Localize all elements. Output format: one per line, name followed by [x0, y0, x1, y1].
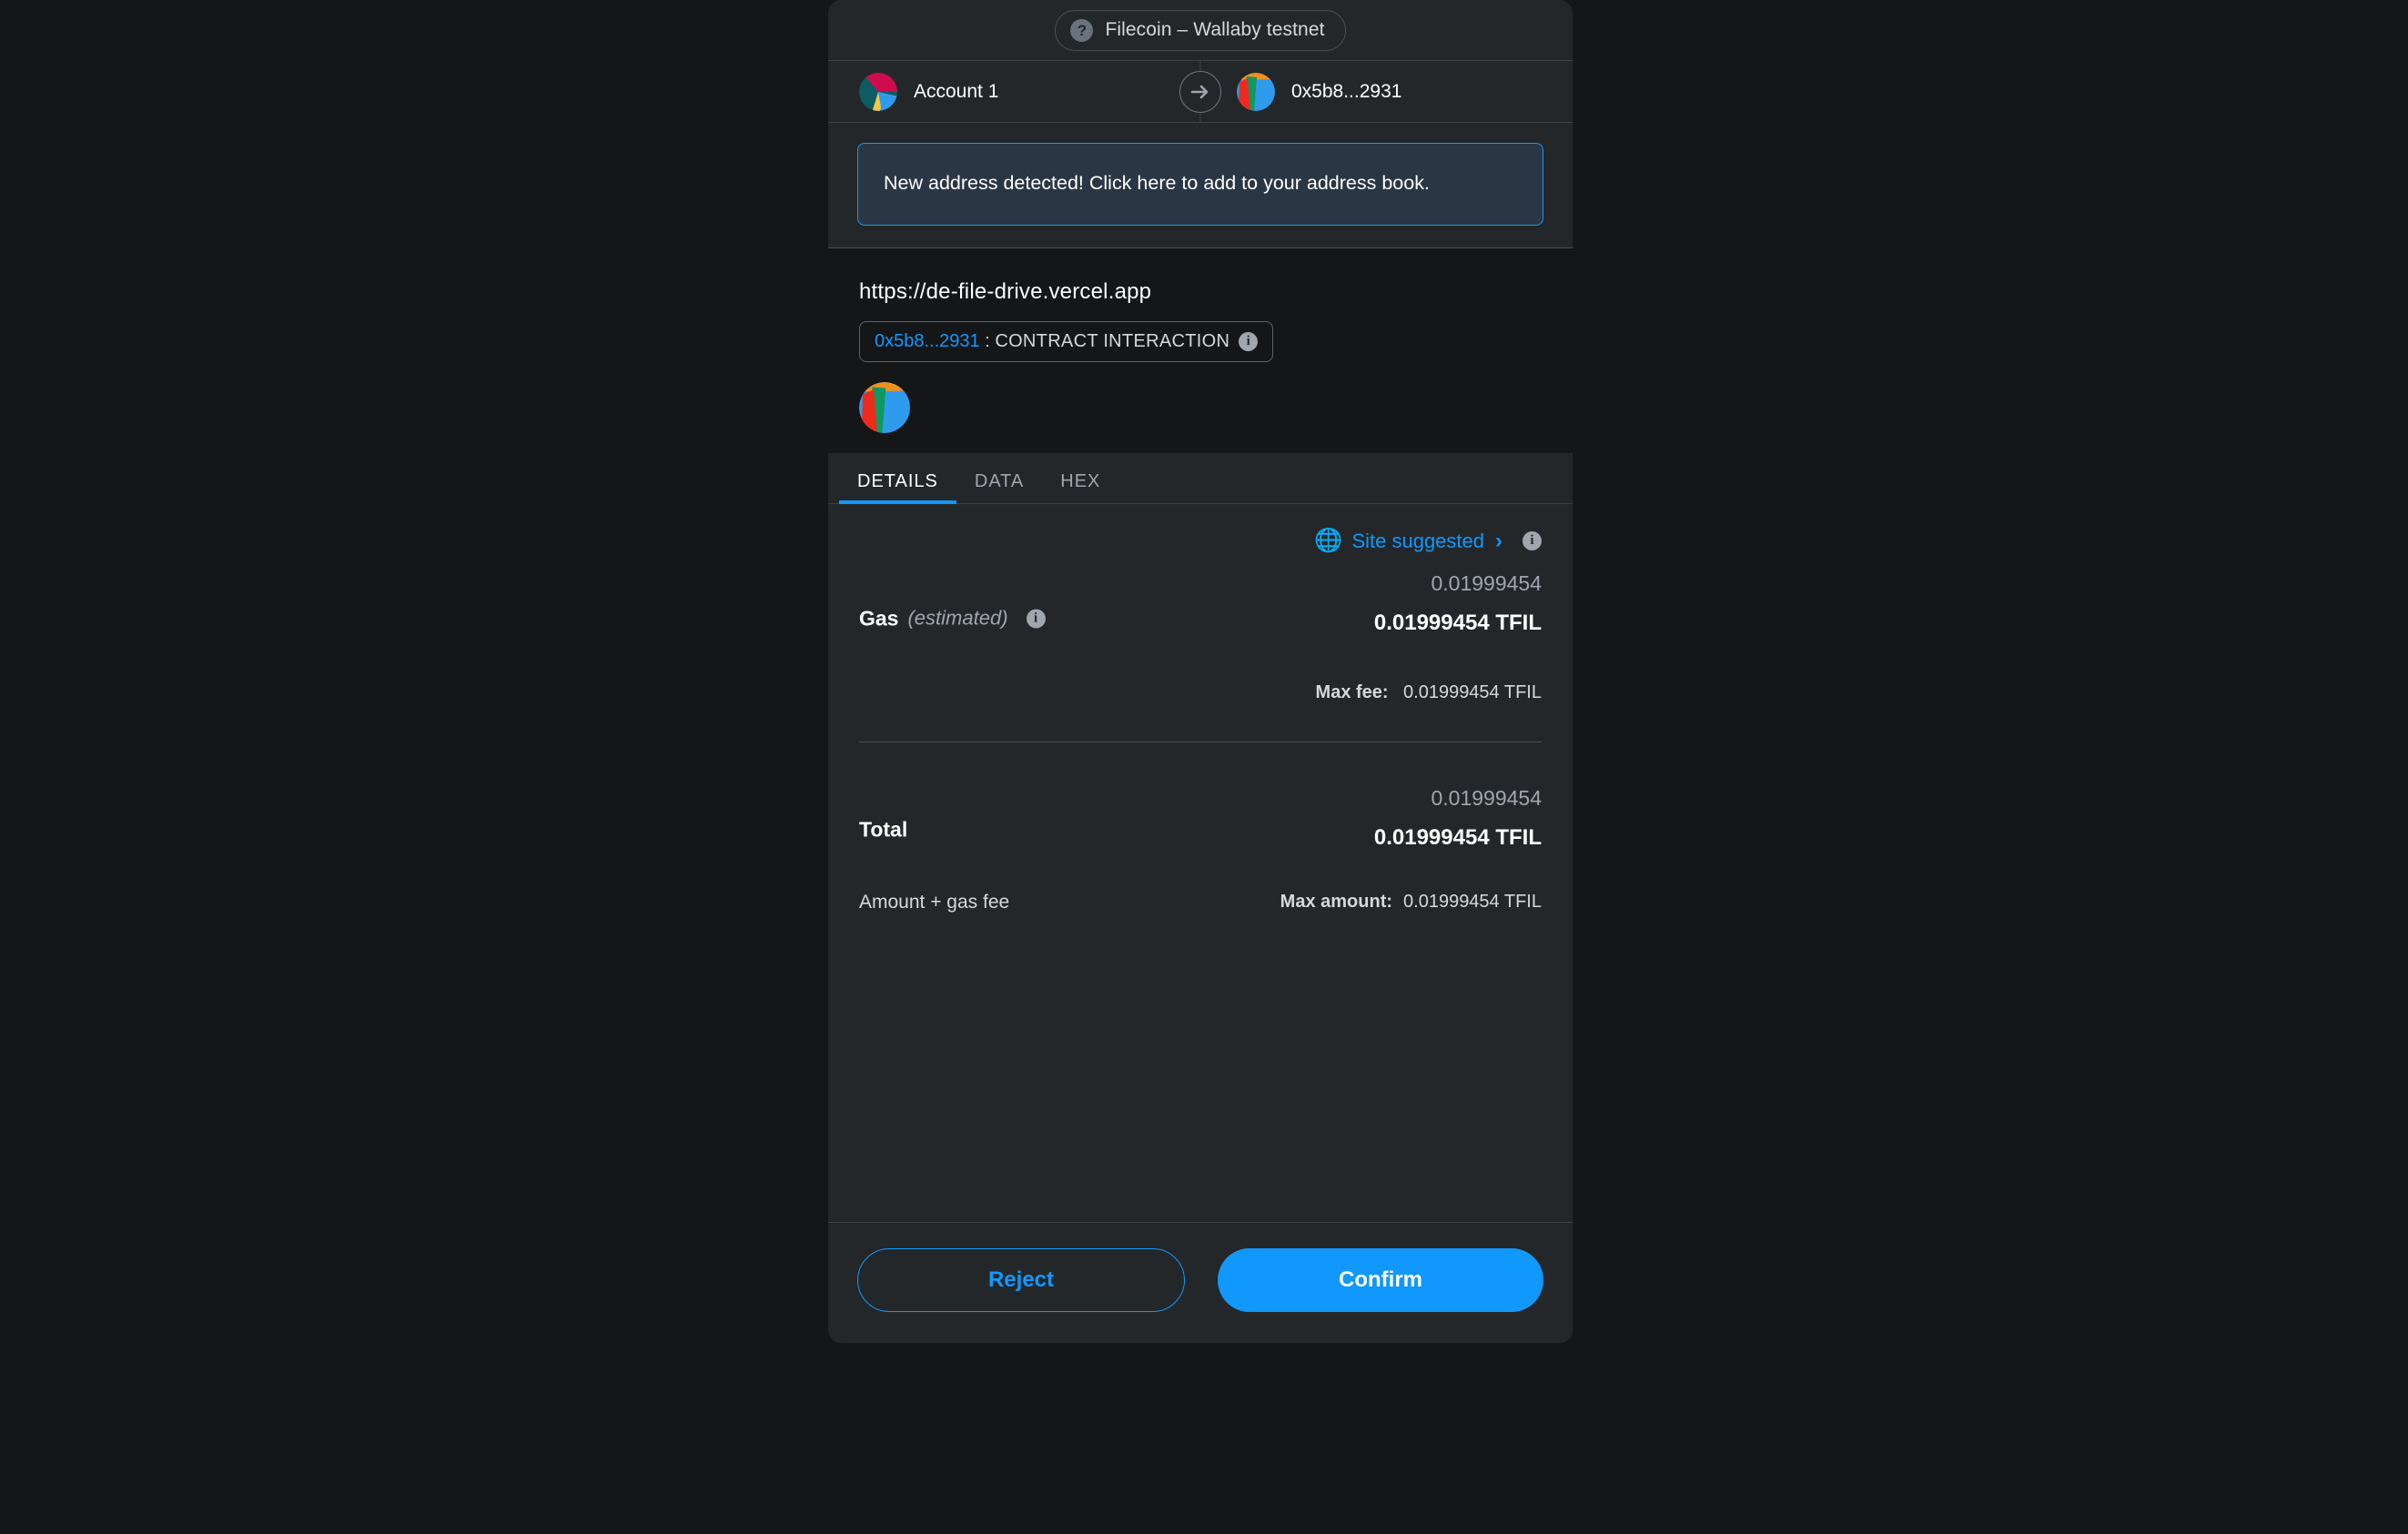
max-amount-value: 0.01999454 TFIL: [1403, 892, 1542, 913]
max-fee-row: Max fee: 0.01999454 TFIL: [859, 682, 1542, 703]
total-label: Total: [859, 817, 908, 842]
screen-background: ? Filecoin – Wallaby testnet Account 1 0…: [0, 0, 2408, 1534]
max-fee-value: 0.01999454 TFIL: [1403, 681, 1542, 702]
amount-plus-gas-label: Amount + gas fee: [859, 891, 1010, 913]
total-native-value: 0.01999454: [1431, 785, 1542, 810]
site-url: https://de-file-drive.vercel.app: [859, 278, 1152, 304]
accounts-row: Account 1 0x5b8...2931: [828, 60, 1573, 123]
contract-address: 0x5b8...2931: [875, 330, 980, 351]
question-mark-icon: ?: [1070, 18, 1094, 42]
network-badge[interactable]: ? Filecoin – Wallaby testnet: [1055, 9, 1346, 51]
info-icon[interactable]: i: [1523, 531, 1542, 551]
contract-interaction-pill[interactable]: 0x5b8...2931 : CONTRACT INTERACTION i: [859, 320, 1274, 362]
contract-separator: :: [979, 330, 996, 351]
contract-avatar-container: [859, 381, 1542, 433]
total-values: 0.01999454 0.01999454 TFIL: [859, 786, 1542, 851]
identicon-account-1: [859, 72, 897, 111]
tab-data[interactable]: DATA: [956, 472, 1042, 503]
total-note-row: Amount + gas fee Max amount: 0.01999454 …: [859, 892, 1542, 913]
action-footer: Reject Confirm: [828, 1222, 1573, 1343]
transaction-confirmation-popup: ? Filecoin – Wallaby testnet Account 1 0…: [828, 0, 1573, 1343]
new-address-banner[interactable]: New address detected! Click here to add …: [857, 143, 1543, 226]
tab-bar: DETAILS DATA HEX: [828, 452, 1573, 504]
network-name: Filecoin – Wallaby testnet: [1105, 19, 1325, 40]
origin-section: https://de-file-drive.vercel.app 0x5b8..…: [828, 247, 1573, 453]
banner-container: New address detected! Click here to add …: [828, 123, 1573, 247]
gas-native-value: 0.01999454: [1431, 570, 1542, 595]
tab-details[interactable]: DETAILS: [839, 472, 956, 504]
site-suggested-row[interactable]: 🌐 Site suggested › i: [859, 530, 1542, 553]
max-amount-label: Max amount:: [1280, 892, 1393, 913]
max-fee-label: Max fee:: [1315, 681, 1389, 702]
gas-label: Gas: [859, 606, 899, 631]
sender-account[interactable]: Account 1: [828, 61, 1200, 122]
info-icon[interactable]: i: [1239, 331, 1259, 351]
details-panel: 🌐 Site suggested › i Gas (estimated) i 0…: [828, 503, 1573, 1222]
max-amount-group: Max amount: 0.01999454 TFIL: [1280, 892, 1542, 913]
globe-icon: 🌐: [1314, 528, 1343, 554]
confirm-button[interactable]: Confirm: [1218, 1248, 1543, 1312]
site-suggested-label: Site suggested: [1351, 529, 1484, 552]
reject-button[interactable]: Reject: [857, 1248, 1185, 1312]
contract-interaction-label: CONTRACT INTERACTION: [995, 330, 1230, 351]
recipient-account[interactable]: 0x5b8...2931: [1200, 61, 1573, 122]
network-row: ? Filecoin – Wallaby testnet: [828, 0, 1573, 60]
info-icon[interactable]: i: [1026, 609, 1046, 629]
arrow-right-icon: [1179, 70, 1221, 113]
total-row: Total 0.01999454 0.01999454 TFIL: [859, 786, 1542, 873]
sender-account-label: Account 1: [914, 80, 999, 102]
tab-hex[interactable]: HEX: [1042, 472, 1118, 503]
gas-row: Gas (estimated) i 0.01999454 0.01999454 …: [859, 571, 1542, 666]
chevron-right-icon[interactable]: ›: [1495, 530, 1502, 552]
identicon-recipient: [1237, 72, 1275, 111]
identicon-contract: [859, 381, 910, 433]
recipient-account-label: 0x5b8...2931: [1291, 80, 1402, 102]
gas-label-group: Gas (estimated) i: [859, 606, 1046, 631]
gas-estimated-label: (estimated): [907, 606, 1008, 630]
total-fiat-value: 0.01999454 TFIL: [1373, 824, 1542, 850]
